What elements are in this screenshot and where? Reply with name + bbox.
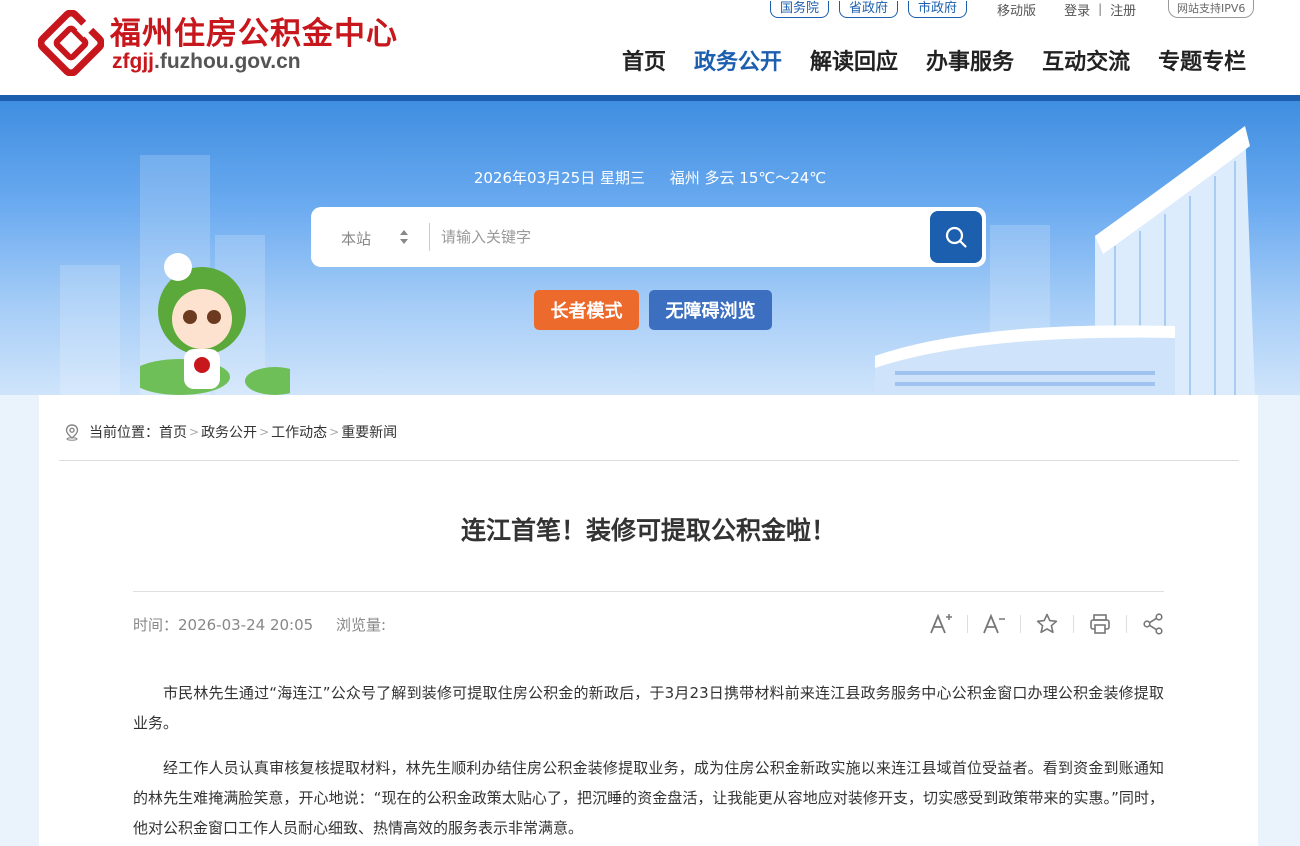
- main-nav: 首页 政务公开 解读回应 办事服务 互动交流 专题专栏: [608, 44, 1260, 76]
- search-box: 本站: [311, 207, 986, 267]
- breadcrumb-separator: >: [259, 425, 270, 439]
- breadcrumb-important-news[interactable]: 重要新闻: [341, 422, 397, 442]
- search-input[interactable]: [441, 221, 921, 253]
- article-meta: 时间：2026-03-24 20:05 浏览量:: [133, 614, 404, 635]
- font-decrease-icon[interactable]: [980, 610, 1008, 638]
- nav-services[interactable]: 办事服务: [926, 44, 1014, 76]
- article-title: 连江首笔！装修可提取公积金啦！: [460, 516, 836, 545]
- elder-mode-button[interactable]: 长者模式: [534, 290, 639, 330]
- tool-divider: [1020, 615, 1021, 633]
- accessible-browse-button[interactable]: 无障碍浏览: [649, 290, 772, 330]
- logo-icon[interactable]: [38, 10, 104, 76]
- favorite-star-icon[interactable]: [1033, 610, 1061, 638]
- link-state-council[interactable]: 国务院: [770, 0, 830, 18]
- location-pin-icon: [65, 424, 79, 441]
- nav-special-topics[interactable]: 专题专栏: [1158, 44, 1246, 76]
- site-url: zfgjj.fuzhou.gov.cn: [112, 50, 301, 74]
- publish-time: 时间：2026-03-24 20:05: [133, 616, 314, 634]
- print-icon[interactable]: [1086, 610, 1114, 638]
- article-paragraph: 市民林先生通过“海连江”公众号了解到装修可提取住房公积金的新政后，于3月23日携…: [133, 684, 1164, 732]
- breadcrumb: 当前位置： 首页 > 政务公开 > 工作动态 > 重要新闻: [63, 422, 397, 442]
- login-link[interactable]: 登录: [1064, 0, 1090, 19]
- date-weather: 2026年03月25日 星期三 福州 多云 15℃～24℃: [0, 167, 1300, 188]
- breadcrumb-separator: >: [329, 425, 340, 439]
- site-url-highlight: zfgjj: [112, 50, 154, 73]
- mascot-illustration: [140, 253, 290, 395]
- updown-arrows-icon[interactable]: [399, 229, 409, 245]
- hero-banner: 2026年03月25日 星期三 福州 多云 15℃～24℃ 本站 长者模式 无障…: [0, 101, 1300, 395]
- nav-gov-affairs[interactable]: 政务公开: [694, 44, 782, 76]
- low-building-illustration: [875, 325, 1175, 395]
- site-url-rest: .fuzhou.gov.cn: [154, 50, 301, 73]
- ipv6-badge: 网站支持IPV6: [1168, 0, 1255, 18]
- font-increase-icon[interactable]: [927, 610, 955, 638]
- search-divider: [429, 223, 430, 251]
- building-shape: [60, 265, 120, 395]
- breadcrumb-label: 当前位置：: [89, 425, 159, 441]
- tool-divider: [1126, 615, 1127, 633]
- mobile-link[interactable]: 移动版: [997, 0, 1036, 19]
- weather-info: 福州 多云 15℃～24℃: [669, 169, 827, 187]
- login-divider: |: [1098, 2, 1103, 16]
- breadcrumb-separator: >: [189, 425, 200, 439]
- register-link[interactable]: 注册: [1110, 0, 1136, 19]
- nav-interpretation[interactable]: 解读回应: [810, 44, 898, 76]
- search-icon: [945, 226, 967, 248]
- current-date: 2026年03月25日 星期三: [473, 169, 645, 187]
- breadcrumb-home[interactable]: 首页: [159, 422, 187, 442]
- site-title[interactable]: 福州住房公积金中心: [110, 8, 398, 53]
- tool-divider: [1073, 615, 1074, 633]
- article-paragraph: 经工作人员认真审核复核提取材料，林先生顺利办结住房公积金装修提取业务，成为住房公…: [133, 759, 1164, 837]
- view-count: 浏览量:: [335, 616, 387, 634]
- breadcrumb-work-news[interactable]: 工作动态: [271, 422, 327, 442]
- title-divider: [133, 591, 1164, 592]
- share-icon[interactable]: [1139, 610, 1167, 638]
- link-city-gov[interactable]: 市政府: [908, 0, 968, 18]
- article-card: 当前位置： 首页 > 政务公开 > 工作动态 > 重要新闻 连江首笔！装修可提取…: [39, 395, 1258, 846]
- top-links: 国务院 省政府 市政府 移动版 登录 | 注册: [770, 0, 1136, 19]
- tool-divider: [967, 615, 968, 633]
- site-header: 福州住房公积金中心 zfgjj.fuzhou.gov.cn 国务院 省政府 市政…: [0, 0, 1300, 95]
- nav-home[interactable]: 首页: [622, 44, 666, 76]
- breadcrumb-divider: [59, 460, 1239, 461]
- search-button[interactable]: [930, 211, 982, 263]
- breadcrumb-gov-affairs[interactable]: 政务公开: [201, 422, 257, 442]
- nav-interaction[interactable]: 互动交流: [1042, 44, 1130, 76]
- search-scope-select[interactable]: 本站: [341, 228, 371, 249]
- article-tools: [927, 610, 1167, 638]
- link-province-gov[interactable]: 省政府: [839, 0, 899, 18]
